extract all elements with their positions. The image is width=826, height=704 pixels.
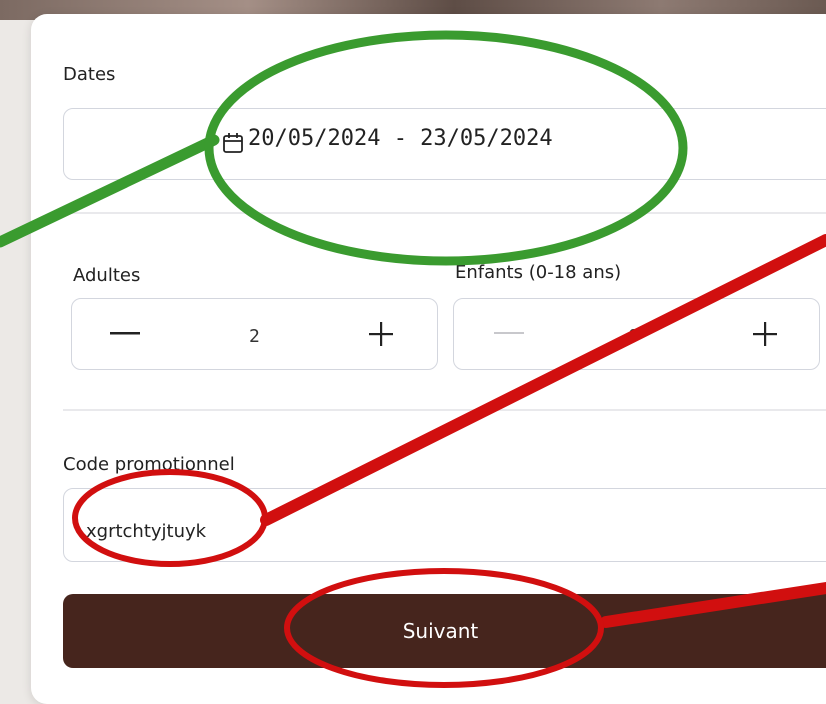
adults-count: 2 [249, 326, 260, 347]
adults-decrement-button[interactable] [105, 314, 145, 354]
date-range-value: 20/05/2024 - 23/05/2024 [248, 126, 553, 151]
next-button[interactable]: Suivant [63, 594, 826, 668]
children-increment-button[interactable] [745, 314, 785, 354]
adults-increment-button[interactable] [361, 314, 401, 354]
dates-label: Dates [63, 64, 116, 85]
divider [63, 409, 826, 411]
adults-label: Adultes [73, 265, 141, 286]
children-decrement-button[interactable] [489, 314, 529, 354]
promo-code-value: xgrtchtyjtuyk [86, 521, 207, 542]
divider [63, 212, 826, 214]
calendar-icon [222, 132, 244, 158]
promo-code-label: Code promotionnel [63, 454, 235, 475]
children-count: 0 [628, 326, 639, 347]
next-button-label: Suivant [402, 619, 479, 643]
children-label: Enfants (0-18 ans) [455, 262, 622, 283]
